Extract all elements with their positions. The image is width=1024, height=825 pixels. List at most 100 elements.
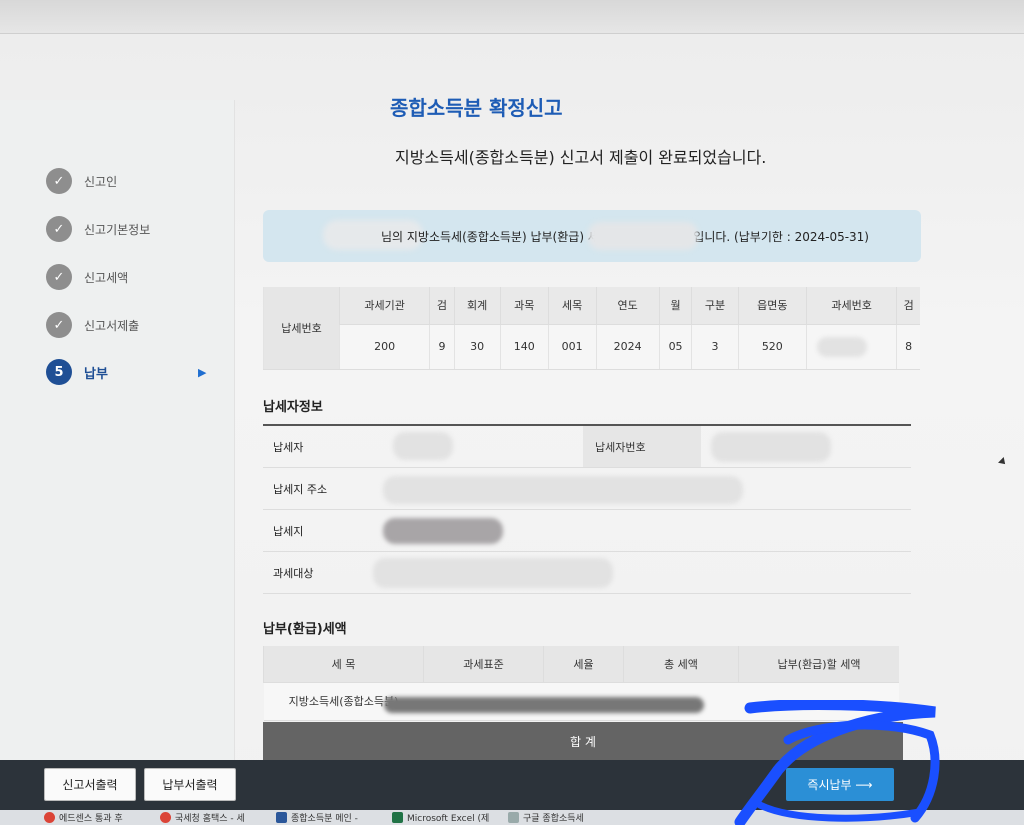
redacted-amount [588,222,698,250]
taskbar-label: 에드센스 통과 후 [59,814,123,824]
step-label: 신고기본정보 [84,222,151,237]
column-header: 세 목 [263,646,424,683]
taskbar-item[interactable]: 구글 종합소득세 [508,811,584,824]
table-row: 납세지 [263,510,911,552]
completion-message: 지방소득세(종합소득분) 신고서 제출이 완료되었습니다. [395,148,767,167]
notice-prefix: 님의 지방소득세(종합소득분) 납부(환급) 세 [381,229,599,244]
payer-info-table: 납세자 납세자번호 납세지 주소 납세지 과세대상 [263,424,911,594]
target-label: 과세대상 [273,566,314,580]
taxpayer-value [373,426,583,467]
column-header: 과세표준 [423,646,544,683]
step-basic-info[interactable]: ✓ 신고기본정보 [46,216,150,242]
refund-table: 세 목 과세표준 세율 총 세액 납부(환급)할 세액 지방소득세(종합소득분) [263,646,899,721]
caret-right-icon: ▶ [198,365,207,379]
chrome-icon [44,812,55,823]
table-cell: 200 [338,324,430,370]
tax-number-table: 납세번호 과세기관 검 회계 과목 세목 연도 월 구분 읍면동 과세번호 검 … [263,287,920,370]
column-header: 과세기관 [338,287,430,325]
step-sidebar: ✓ 신고인 ✓ 신고기본정보 ✓ 신고세액 ✓ 신고서제출 5 납부 ▶ [0,100,235,760]
check-icon: ✓ [46,264,72,290]
payer-info-heading: 납세자정보 [263,400,323,415]
check-icon: ✓ [46,312,72,338]
target-value [373,552,911,593]
table-cell: 3 [691,324,739,370]
action-bar: 신고서출력 납부서출력 즉시납부 ⟶ [0,760,1024,810]
column-header: 세율 [543,646,624,683]
column-header: 납부(환급)할 세액 [738,646,899,683]
screen: ✓ 신고인 ✓ 신고기본정보 ✓ 신고세액 ✓ 신고서제출 5 납부 ▶ 종합소… [0,0,1024,825]
location-label: 납세지 [273,524,304,538]
column-header: 구분 [691,287,739,325]
redaction [383,518,503,544]
address-label: 납세지 주소 [273,482,328,496]
table-cell: 140 [499,324,549,370]
print-report-button[interactable]: 신고서출력 [44,768,136,801]
excel-icon [392,812,403,823]
redaction [383,476,743,504]
column-header: 과세번호 [805,287,897,325]
column-header: 검 [896,287,920,325]
table-cell: 8 [896,324,920,370]
taskbar-label: Microsoft Excel (제 [407,814,490,824]
taxpayer-label: 납세자 [273,440,304,454]
redacted-cell [805,324,897,370]
page-title: 종합소득분 확정신고 [390,96,563,120]
tax-number-label: 납세번호 [263,287,340,370]
check-icon: ✓ [46,216,72,242]
column-header: 회계 [453,287,501,325]
taskbar-label: 국세청 홈택스 - 세 [175,814,245,824]
print-payment-button[interactable]: 납부서출력 [144,768,236,801]
table-cell: 520 [737,324,807,370]
taskbar-item[interactable]: Microsoft Excel (제 [392,811,489,824]
table-row: 납세지 주소 [263,468,911,510]
redaction [393,432,453,460]
address-value [373,468,911,509]
column-header: 월 [658,287,692,325]
taskbar-label: 구글 종합소득세 [523,814,584,824]
table-row: 지방소득세(종합소득분) [263,682,899,721]
step-number: 5 [46,359,72,385]
table-cell: 2024 [595,324,660,370]
step-label: 신고세액 [84,270,129,285]
word-icon [276,812,287,823]
step-label: 신고인 [84,174,118,189]
redaction [383,696,704,713]
table-cell: 9 [429,324,455,370]
step-payment[interactable]: 5 납부 ▶ [46,359,206,385]
step-tax-amount[interactable]: ✓ 신고세액 [46,264,128,290]
redaction [373,558,613,588]
taskbar-item[interactable]: 에드센스 통과 후 [44,811,123,824]
table-cell: 30 [453,324,501,370]
step-applicant[interactable]: ✓ 신고인 [46,168,117,194]
payment-notice: 님의 지방소득세(종합소득분) 납부(환급) 세 원 입니다. (납부기한 : … [263,210,921,262]
main-content: 종합소득분 확정신고 지방소득세(종합소득분) 신고서 제출이 완료되었습니다.… [235,34,1024,760]
step-label: 신고서제출 [84,318,140,333]
redaction [816,336,867,357]
document-icon [508,812,519,823]
taskbar-item[interactable]: 종합소득분 메인 - [276,811,358,824]
column-header: 검 [429,287,455,325]
notice-suffix: 원 입니다. (납부기한 : 2024-05-31) [678,229,869,244]
chrome-icon [160,812,171,823]
step-submit[interactable]: ✓ 신고서제출 [46,312,139,338]
location-value [373,510,911,551]
column-header: 과목 [499,287,549,325]
sum-row: 합 계 [263,722,903,760]
table-row: 200 9 30 140 001 2024 05 3 520 8 [264,324,920,370]
taxpayer-no-label: 납세자번호 [583,426,701,467]
pay-now-button[interactable]: 즉시납부 ⟶ [786,768,894,801]
table-row: 과세대상 [263,552,911,594]
taskbar-item[interactable]: 국세청 홈택스 - 세 [160,811,245,824]
refund-heading: 납부(환급)세액 [263,622,347,637]
column-header: 총 세액 [623,646,739,683]
redacted-cell [383,682,899,721]
column-header: 세목 [547,287,597,325]
check-icon: ✓ [46,168,72,194]
taskbar: 에드센스 통과 후 국세청 홈택스 - 세 종합소득분 메인 - Microso… [0,810,1024,825]
step-label: 납부 [84,366,108,382]
taxpayer-no-value [701,426,911,467]
table-cell: 001 [547,324,597,370]
redaction [711,432,831,462]
column-header: 읍면동 [737,287,807,325]
taskbar-label: 종합소득분 메인 - [291,814,358,824]
